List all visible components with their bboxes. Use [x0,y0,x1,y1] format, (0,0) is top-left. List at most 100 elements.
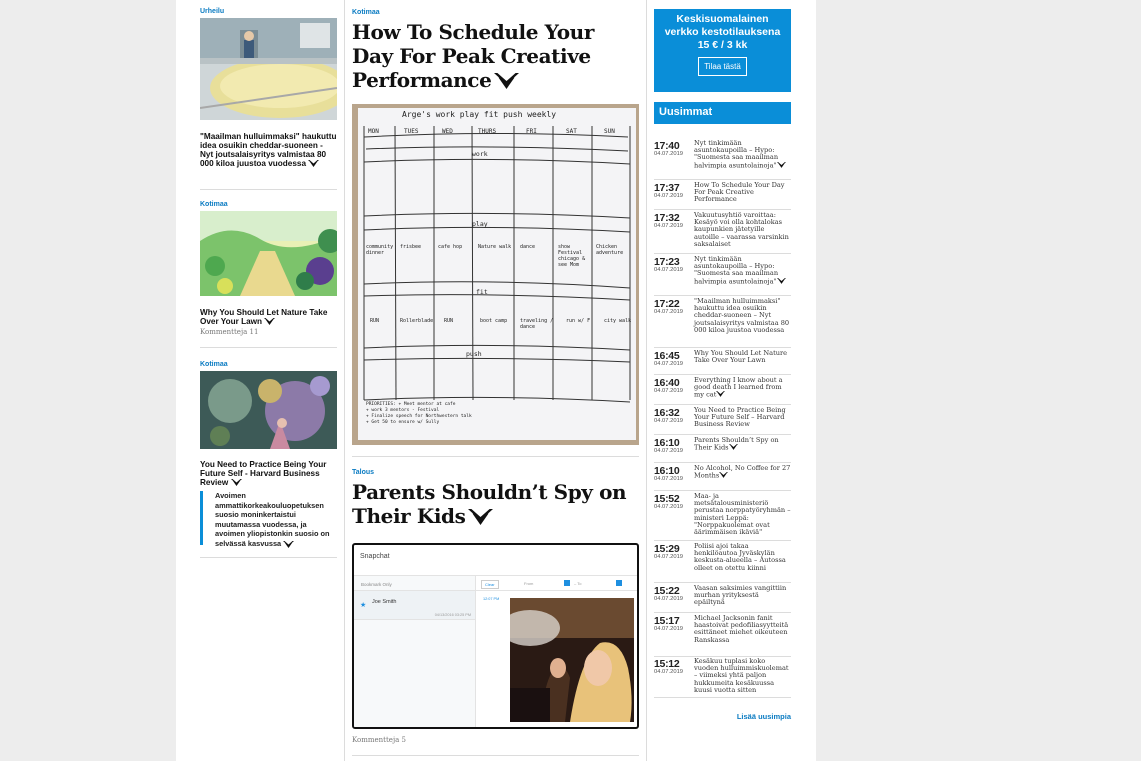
comment-count[interactable]: Kommentteja 11 [200,328,258,336]
divider [352,456,639,457]
news-date: 04.07.2019 [654,596,684,602]
news-headline[interactable]: "Maailman hulluimmaksi" haukuttu idea os… [694,297,791,334]
divider [200,347,337,348]
future-self-image[interactable] [200,371,337,449]
news-headline-text: Michael Jacksonin fanit haastoivat pedof… [694,614,789,644]
news-headline[interactable]: You Need to Practice Being Your Future S… [694,406,791,429]
article-title[interactable]: Why You Should Let Nature Take Over Your… [200,308,337,326]
premium-icon [283,540,295,548]
comment-count[interactable]: Kommentteja 5 [352,736,406,744]
premium-icon [719,472,730,479]
news-headline-text: No Alcohol, No Coffee for 27 Months [694,464,791,480]
latest-news-item[interactable]: 15:22 04.07.2019 Vaasan saksimies vangitti… [654,584,791,613]
news-headline-text: Nyt tinkimään asuntokaupoilla – Hypo: "S… [694,139,779,170]
article-title[interactable]: "Maailman hulluimmaksi" haukuttu idea os… [200,132,337,168]
column-divider [344,0,345,761]
news-headline[interactable]: Why You Should Let Nature Take Over Your… [694,349,791,365]
latest-news-item[interactable]: 17:40 04.07.2019 Nyt tinkimään asuntokaupo… [654,139,791,180]
news-headline-text: Why You Should Let Nature Take Over Your… [694,349,788,365]
premium-icon [716,391,727,398]
nature-lawn-image[interactable] [200,211,337,296]
news-headline-text: Vakuutusyhtiö varoittaa: Kesäyö voi olla… [694,211,789,248]
subscription-promo[interactable]: Keskisuomalainen verkko kestotilauksena … [654,9,791,92]
category-label[interactable]: Talous [352,469,374,476]
news-headline-text: Maa- ja metsätalousministeriö perustaa n… [694,492,791,537]
latest-news-item[interactable]: 17:37 04.07.2019 How To Schedule Your Day … [654,181,791,210]
section-push: push [466,350,482,358]
contact-row[interactable]: ★ Joe Smith 04/13/2016 03:25 PM [354,590,475,620]
latest-news-item[interactable]: 16:32 04.07.2019 You Need to Practice Bein… [654,406,791,435]
news-headline[interactable]: Nyt tinkimään asuntokaupoilla – Hypo: "S… [694,255,791,286]
news-headline[interactable]: No Alcohol, No Coffee for 27 Months [694,464,791,480]
category-label[interactable]: Kotimaa [200,361,228,368]
news-date: 04.07.2019 [654,418,684,424]
news-headline-text: You Need to Practice Being Your Future S… [694,406,786,429]
news-date: 04.07.2019 [654,504,684,510]
news-headline[interactable]: Vakuutusyhtiö varoittaa: Kesäyö voi olla… [694,211,791,248]
news-headline[interactable]: Poliisi ajoi takaa henkilöautoa Jyväskyl… [694,542,791,572]
news-date: 04.07.2019 [654,193,684,199]
star-icon: ★ [360,601,367,609]
whiteboard-image[interactable]: Arge's work play fit push weekly MON TUE… [352,104,639,445]
latest-news-item[interactable]: 17:22 04.07.2019 "Maailman hulluimmaksi" h… [654,297,791,348]
news-date: 04.07.2019 [654,151,684,157]
promo-price: 15 € / 3 kk [697,39,748,51]
divider [200,189,337,190]
category-label[interactable]: Urheilu [200,8,224,15]
news-date: 04.07.2019 [654,309,684,315]
calendar-icon[interactable] [564,580,570,586]
tab-label[interactable]: Bookmark Only [361,582,392,587]
latest-news-item[interactable]: 16:45 04.07.2019 Why You Should Let Nature… [654,349,791,375]
news-date: 04.07.2019 [654,388,684,394]
more-latest-link[interactable]: Lisää uusimpia [737,712,791,721]
article-title[interactable]: You Need to Practice Being Your Future S… [200,460,337,487]
latest-news-item[interactable]: 17:32 04.07.2019 Vakuutusyhtiö varoittaa: … [654,211,791,254]
category-label[interactable]: Kotimaa [352,9,380,16]
latest-news-item[interactable]: 15:29 04.07.2019 Poliisi ajoi takaa henkil… [654,542,791,583]
cheese-factory-image[interactable] [200,18,337,120]
contact-date: 04/13/2016 03:25 PM [434,613,471,617]
latest-news-item[interactable]: 17:23 04.07.2019 Nyt tinkimään asuntokaupo… [654,255,791,296]
news-headline[interactable]: Parents Shouldn’t Spy on Their Kids [694,436,791,452]
premium-icon [230,479,242,487]
news-headline[interactable]: Everything I know about a good death I l… [694,376,791,399]
latest-news-item[interactable]: 15:12 04.07.2019 Kesäkuu tuplasi koko vuod… [654,657,791,698]
latest-news-item[interactable]: 16:10 04.07.2019 Parents Shouldn’t Spy on … [654,436,791,463]
contact-name: Joe Smith [372,599,397,605]
article-headline[interactable]: Parents Shouldn’t Spy on Their Kids [352,480,639,528]
related-accent-bar [200,491,203,545]
latest-news-item[interactable]: 16:10 04.07.2019 No Alcohol, No Coffee for… [654,464,791,491]
news-headline-text: "Maailman hulluimmaksi" haukuttu idea os… [694,297,790,334]
to-label[interactable]: – To [574,581,582,586]
premium-icon [468,509,494,525]
news-headline[interactable]: Maa- ja metsätalousministeriö perustaa n… [694,492,791,537]
premium-icon [308,160,320,168]
news-date: 04.07.2019 [654,267,684,273]
subscribe-button[interactable]: Tilaa tästä [698,57,747,76]
snap-photo[interactable] [510,598,634,722]
snapchat-screenshot[interactable]: Snapchat Bookmark Only ★ Joe Smith 04/13… [352,543,639,729]
calendar-icon[interactable] [616,580,622,586]
article-headline[interactable]: How To Schedule Your Day For Peak Creati… [352,20,639,92]
section-work: work [472,150,488,158]
priorities-list: PRIORITIES: + Meet mentor at cafe + work… [366,402,472,425]
news-date: 04.07.2019 [654,476,684,482]
news-headline-text: How To Schedule Your Day For Peak Creati… [694,181,785,204]
news-headline[interactable]: Michael Jacksonin fanit haastoivat pedof… [694,614,791,644]
news-headline[interactable]: Kesäkuu tuplasi koko vuoden hulluimmisku… [694,657,791,694]
premium-icon [728,444,740,451]
latest-news-item[interactable]: 15:52 04.07.2019 Maa- ja metsätalousminist… [654,492,791,541]
premium-icon [776,277,788,285]
related-article-link[interactable]: Avoimen ammattikorkeakouluopetuksen suos… [215,491,337,549]
news-headline[interactable]: How To Schedule Your Day For Peak Creati… [694,181,791,204]
latest-news-item[interactable]: 15:17 04.07.2019 Michael Jacksonin fanit h… [654,614,791,657]
section-play: play [472,220,488,228]
latest-news-header: Uusimmat [654,102,791,124]
news-headline-text: Nyt tinkimään asuntokaupoilla – Hypo: "S… [694,255,779,286]
news-headline[interactable]: Vaasan saksimies vangittiin murhan yrity… [694,584,791,607]
from-field[interactable]: From [524,581,533,586]
category-label[interactable]: Kotimaa [200,201,228,208]
clear-button[interactable]: Clear [481,580,499,589]
latest-news-item[interactable]: 16:40 04.07.2019 Everything I know about a… [654,376,791,405]
news-headline[interactable]: Nyt tinkimään asuntokaupoilla – Hypo: "S… [694,139,791,170]
